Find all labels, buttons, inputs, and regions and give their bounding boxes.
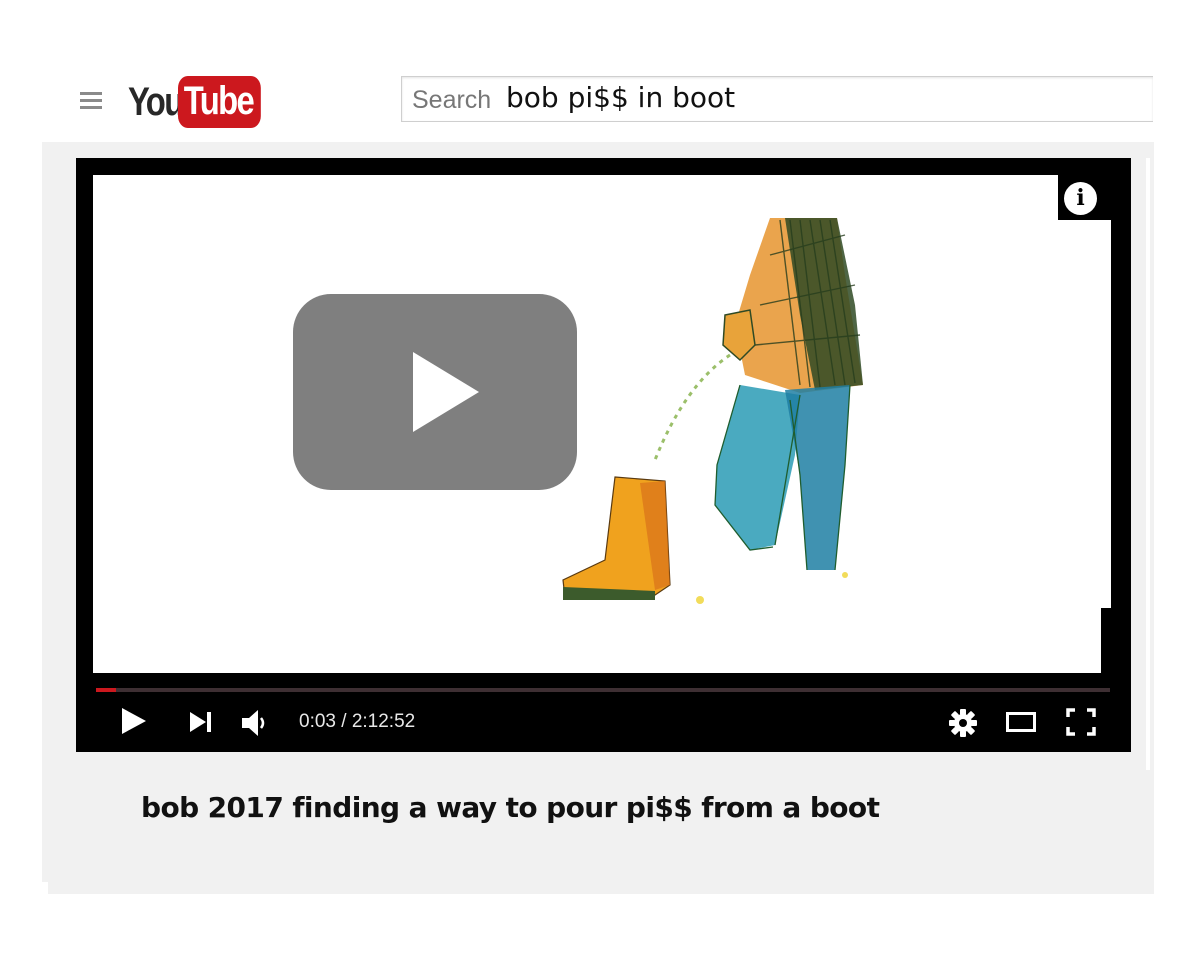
time-separator: /	[335, 711, 352, 732]
player-edge	[1146, 158, 1150, 770]
next-video-icon[interactable]	[190, 712, 212, 732]
time-display: 0:03 / 2:12:52	[299, 711, 415, 733]
logo-you-text: You	[128, 79, 184, 124]
volume-icon[interactable]	[242, 708, 270, 738]
video-frame-edge	[1101, 220, 1111, 608]
fullscreen-icon[interactable]	[1066, 708, 1096, 736]
play-icon	[413, 352, 479, 432]
hamburger-menu-icon[interactable]	[80, 92, 102, 110]
time-current: 0:03	[299, 711, 336, 732]
video-title: bob 2017 finding a way to pour pi$$ from…	[141, 791, 880, 824]
progress-bar[interactable]	[96, 688, 1110, 692]
play-button[interactable]	[122, 708, 146, 734]
time-total: 2:12:52	[351, 711, 416, 732]
search-input[interactable]: Search bob pi$$ in boot	[401, 76, 1153, 122]
search-query: bob pi$$ in boot	[506, 81, 736, 114]
info-icon[interactable]: i	[1064, 182, 1097, 215]
large-play-button[interactable]	[293, 294, 577, 490]
settings-gear-icon[interactable]	[948, 708, 978, 738]
youtube-logo[interactable]: You Tube	[128, 76, 279, 128]
search-placeholder: Search	[412, 86, 492, 114]
watch-panel-edge	[48, 880, 1154, 894]
video-thumbnail-illustration	[562, 218, 863, 604]
progress-played	[96, 688, 117, 692]
logo-tube-text: Tube	[178, 76, 261, 128]
theater-mode-icon[interactable]	[1006, 712, 1036, 732]
